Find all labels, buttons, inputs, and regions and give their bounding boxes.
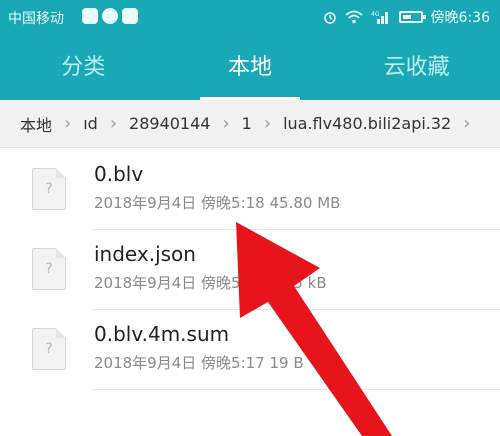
status-right: 4G 傍晚6:36 [323, 7, 490, 27]
app-header: 中国移动 4G 傍晚6:36 分类 本地 云收藏 [0, 0, 500, 100]
chevron-right-icon: › [109, 113, 118, 134]
breadcrumb-item-current[interactable]: lua.flv480.bili2api.32 [279, 114, 455, 133]
breadcrumb-item-subfolder[interactable]: 1 [238, 114, 256, 133]
divider [92, 389, 500, 390]
wifi-icon [344, 10, 363, 24]
file-name: index.json [94, 242, 196, 266]
list-item[interactable]: ? 0.blv.4m.sum 2018年9月4日 傍晚5:17 19 B [0, 310, 500, 390]
file-list: ? 0.blv 2018年9月4日 傍晚5:18 45.80 MB ? inde… [0, 150, 500, 390]
app-notification-icon [82, 8, 98, 24]
unknown-file-icon: ? [32, 248, 66, 290]
file-name: 0.blv.4m.sum [94, 322, 230, 346]
image-notification-icon [122, 8, 138, 24]
file-meta: 2018年9月4日 傍晚5:17 19 B [94, 354, 304, 372]
chevron-right-icon: › [463, 113, 471, 134]
unknown-file-icon: ? [32, 168, 66, 210]
chevron-right-icon: › [64, 113, 72, 134]
tab-local[interactable]: 本地 [167, 36, 334, 100]
chevron-right-icon: › [263, 113, 272, 134]
list-item[interactable]: ? index.json 2018年9月4日 傍晚5:18 1.85 kB [0, 230, 500, 310]
signal-label: 4G [371, 11, 380, 18]
cellular-signal-icon: 4G [371, 11, 388, 24]
notification-icons [82, 8, 138, 24]
unknown-file-icon: ? [32, 328, 66, 370]
alarm-icon [323, 12, 336, 24]
list-item[interactable]: ? 0.blv 2018年9月4日 傍晚5:18 45.80 MB [0, 150, 500, 230]
carrier-name: 中国移动 [8, 11, 64, 27]
file-meta: 2018年9月4日 傍晚5:18 1.85 kB [94, 274, 327, 292]
file-name: 0.blv [94, 162, 144, 186]
tab-bar: 分类 本地 云收藏 [0, 36, 500, 100]
breadcrumb-item-id[interactable]: ıd [79, 114, 102, 133]
file-meta: 2018年9月4日 傍晚5:18 45.80 MB [94, 194, 341, 212]
breadcrumb: 本地 › ıd › 28940144 › 1 › lua.flv480.bili… [0, 100, 500, 148]
tab-category[interactable]: 分类 [0, 36, 167, 100]
tab-cloud-favorites[interactable]: 云收藏 [333, 36, 500, 100]
status-time: 傍晚6:36 [430, 10, 490, 26]
battery-icon [398, 11, 426, 23]
chevron-right-icon: › [222, 113, 230, 134]
breadcrumb-item-local[interactable]: 本地 [0, 112, 56, 136]
status-bar: 中国移动 4G 傍晚6:36 [0, 0, 500, 34]
breadcrumb-item-folder[interactable]: 28940144 [125, 114, 214, 133]
chat-notification-icon [102, 8, 118, 24]
